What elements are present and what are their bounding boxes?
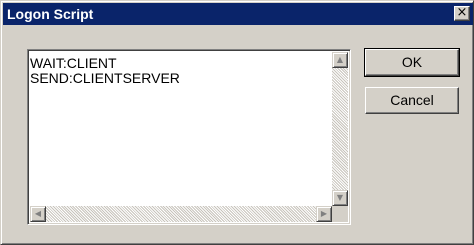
script-text[interactable]: WAIT:CLIENT SEND:CLIENTSERVER xyxy=(30,56,330,86)
scroll-up-button[interactable]: ▲ xyxy=(332,52,348,68)
close-icon: × xyxy=(456,5,468,20)
scroll-right-button[interactable]: ▶ xyxy=(316,206,332,222)
horizontal-scrollbar[interactable]: ◀ ▶ xyxy=(30,206,332,222)
window-title: Logon Script xyxy=(7,6,94,22)
script-editor[interactable]: WAIT:CLIENT SEND:CLIENTSERVER ▲ ▼ ◀ ▶ xyxy=(27,49,351,225)
scroll-down-button[interactable]: ▼ xyxy=(332,190,348,206)
scroll-left-icon: ◀ xyxy=(34,209,42,218)
logon-script-dialog: Logon Script × WAIT:CLIENT SEND:CLIENTSE… xyxy=(0,0,474,245)
title-bar[interactable]: Logon Script × xyxy=(3,3,473,25)
cancel-button[interactable]: Cancel xyxy=(365,87,459,114)
scroll-down-icon: ▼ xyxy=(336,193,344,202)
close-button[interactable]: × xyxy=(454,6,470,21)
scrollbar-corner xyxy=(332,206,348,222)
scroll-up-icon: ▲ xyxy=(336,55,344,64)
vertical-scrollbar[interactable]: ▲ ▼ xyxy=(332,52,348,206)
scroll-left-button[interactable]: ◀ xyxy=(30,206,46,222)
scroll-right-icon: ▶ xyxy=(320,209,328,218)
ok-button[interactable]: OK xyxy=(364,48,460,77)
